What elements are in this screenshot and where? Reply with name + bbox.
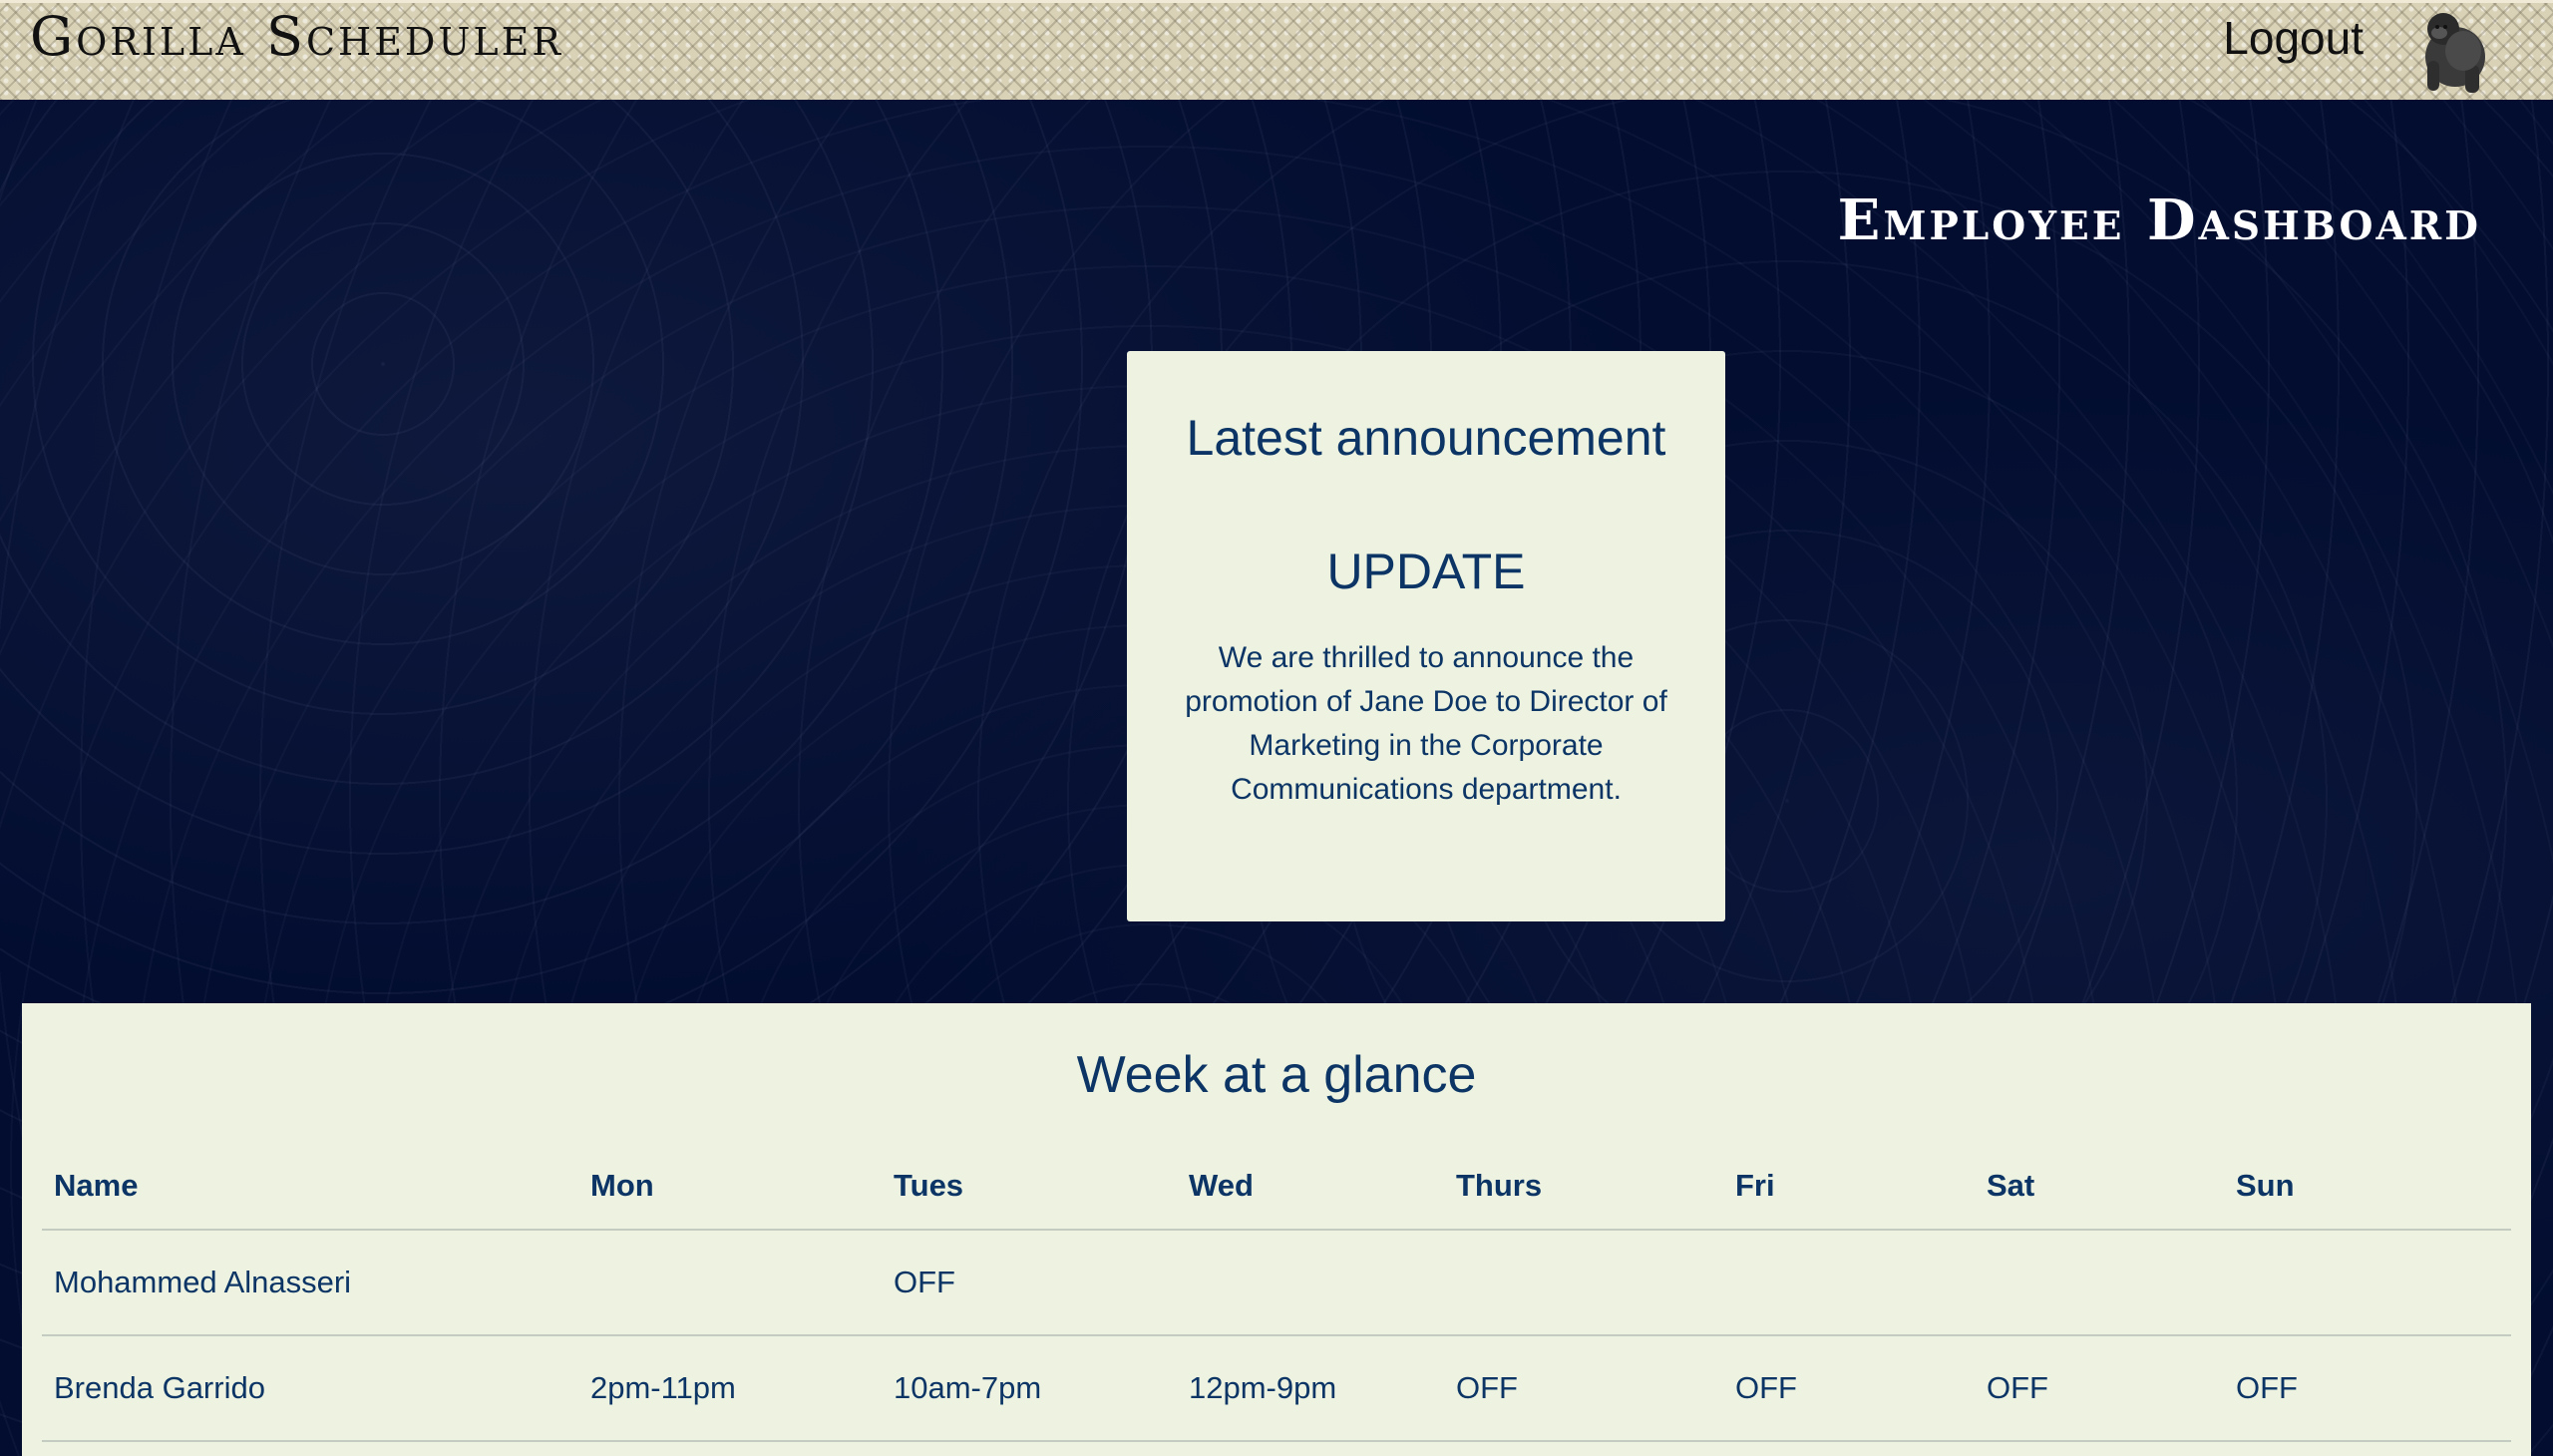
column-header-mon: Mon [578, 1143, 882, 1231]
column-header-fri: Fri [1723, 1143, 1975, 1231]
employee-name-cell: Brenda Garrido [42, 1335, 578, 1442]
column-header-thurs: Thurs [1444, 1143, 1723, 1231]
table-row: Mohammed Alnasseri OFF [42, 1230, 2511, 1336]
column-header-sat: Sat [1975, 1143, 2224, 1231]
column-header-wed: Wed [1177, 1143, 1444, 1231]
shift-cell-fri [1723, 1230, 1975, 1336]
week-at-a-glance-panel: Week at a glance Name Mon Tues Wed Thurs… [22, 1003, 2531, 1456]
shift-cell-sat: OFF [1975, 1335, 2224, 1442]
shift-cell-tues: OFF [882, 1230, 1177, 1336]
announcement-heading: Latest announcement [1186, 410, 1666, 466]
announcement-body: We are thrilled to announce the promotio… [1185, 641, 1667, 806]
top-bar: Gorilla Scheduler Logout [0, 0, 2553, 100]
logout-link[interactable]: Logout [2223, 11, 2364, 65]
announcement-subject: UPDATE [1326, 544, 1526, 599]
announcement-card: Latest announcement UPDATE We are thrill… [1127, 351, 1725, 921]
shift-cell-sun [2224, 1230, 2511, 1336]
shift-cell-tues: 10am-7pm [882, 1335, 1177, 1442]
gorilla-icon [2425, 13, 2485, 93]
schedule-header-row: Name Mon Tues Wed Thurs Fri Sat Sun [42, 1143, 2511, 1231]
employee-name-cell: Mohammed Alnasseri [42, 1230, 578, 1336]
shift-cell-thurs: OFF [1444, 1335, 1723, 1442]
week-title: Week at a glance [1076, 1046, 1477, 1104]
shift-cell-thurs [1444, 1230, 1723, 1336]
shift-cell-mon: 2pm-11pm [578, 1335, 882, 1442]
dashboard-title: Employee Dashboard [1837, 187, 2481, 253]
schedule-table: Name Mon Tues Wed Thurs Fri Sat Sun Moha… [42, 1143, 2511, 1442]
shift-cell-sun: OFF [2224, 1335, 2511, 1442]
column-header-tues: Tues [882, 1143, 1177, 1231]
column-header-name: Name [42, 1143, 578, 1231]
shift-cell-wed [1177, 1230, 1444, 1336]
app-title: Gorilla Scheduler [30, 5, 564, 68]
column-header-sun: Sun [2224, 1143, 2511, 1231]
shift-cell-wed: 12pm-9pm [1177, 1335, 1444, 1442]
table-row: Brenda Garrido 2pm-11pm 10am-7pm 12pm-9p… [42, 1335, 2511, 1442]
shift-cell-mon [578, 1230, 882, 1336]
shift-cell-fri: OFF [1723, 1335, 1975, 1442]
shift-cell-sat [1975, 1230, 2224, 1336]
